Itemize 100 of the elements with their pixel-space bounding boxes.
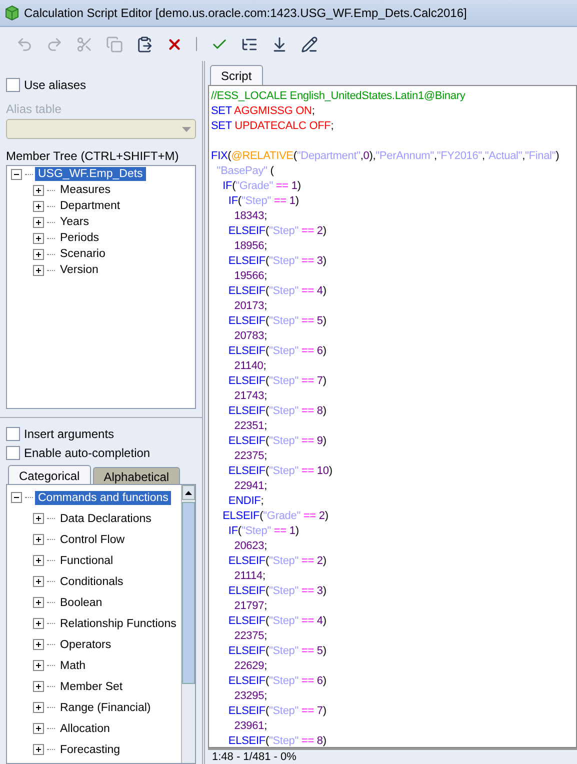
expand-icon[interactable] xyxy=(33,618,44,629)
code-token: ) xyxy=(322,735,326,747)
code-token: ( xyxy=(265,555,269,567)
code-token: IF xyxy=(227,525,238,537)
tab[interactable]: Alphabetical xyxy=(92,467,180,485)
code-token: ) xyxy=(322,615,326,627)
checkbox[interactable] xyxy=(6,426,20,440)
tree-item[interactable]: Conditionals xyxy=(57,574,126,588)
code-token: 20173 xyxy=(233,300,264,312)
code-token: ; xyxy=(260,495,264,507)
expand-icon[interactable] xyxy=(33,702,44,713)
code-token: "Step" xyxy=(268,465,299,477)
collapse-icon[interactable] xyxy=(11,168,22,180)
code-token: ) xyxy=(295,195,299,207)
code-token: 9 xyxy=(316,435,323,447)
code-token: ( xyxy=(265,285,269,297)
code-token: "Step" xyxy=(268,285,299,297)
code-token: FIX xyxy=(211,150,228,162)
code-editor[interactable] xyxy=(208,85,577,748)
expand-icon[interactable] xyxy=(33,248,44,260)
code-token: "Final" xyxy=(525,150,556,162)
arrow-up-icon[interactable] xyxy=(185,490,192,494)
code-token: 2 xyxy=(316,225,323,237)
code-token: ) xyxy=(328,465,332,477)
code-token: IF xyxy=(227,195,238,207)
expand-icon[interactable] xyxy=(33,681,44,692)
code-token: 20783 xyxy=(233,330,264,342)
expand-icon[interactable] xyxy=(33,639,44,650)
collapse-icon[interactable] xyxy=(11,492,22,503)
code-token: "BasePay" xyxy=(216,165,268,177)
code-token: "Step" xyxy=(268,435,299,447)
expand-icon[interactable] xyxy=(33,534,44,545)
code-token: "Grade" xyxy=(263,510,300,522)
code-token: 2 xyxy=(318,510,325,522)
code-token: ( xyxy=(265,255,269,267)
expand-icon[interactable] xyxy=(33,576,44,587)
expand-icon[interactable] xyxy=(33,555,44,566)
expand-icon[interactable] xyxy=(33,597,44,608)
tree-item[interactable]: Member Set xyxy=(57,680,126,694)
tree-item[interactable]: Relationship Functions xyxy=(57,616,180,630)
code-token: ELSEIF xyxy=(227,435,266,447)
code-token: ; xyxy=(262,570,266,582)
code-token: ( xyxy=(238,195,242,207)
tree-item[interactable]: Measures xyxy=(57,183,114,197)
tree-item[interactable]: Functional xyxy=(57,554,116,568)
tree-item[interactable]: Years xyxy=(57,215,92,229)
code-token: , xyxy=(482,150,485,162)
tree-item[interactable]: Department xyxy=(57,199,124,213)
expand-icon[interactable] xyxy=(33,723,44,734)
code-token: ) xyxy=(322,705,326,717)
code-token: ELSEIF xyxy=(227,465,266,477)
code-token: 5 xyxy=(316,315,323,327)
tree-item[interactable]: Version xyxy=(57,263,102,277)
code-token: 4 xyxy=(316,285,323,297)
code-token: UPDATECALC OFF xyxy=(234,120,331,132)
expand-icon[interactable] xyxy=(33,660,44,671)
expand-icon[interactable] xyxy=(33,200,44,212)
tree-item[interactable]: Periods xyxy=(57,231,102,245)
code-token: 1 xyxy=(291,180,298,192)
code-token: 21114 xyxy=(233,570,262,582)
code-token: "Step" xyxy=(268,375,299,387)
cube-icon xyxy=(4,5,20,21)
code-token: 10 xyxy=(316,465,329,477)
code-token: ( xyxy=(265,615,269,627)
expand-icon[interactable] xyxy=(33,264,44,276)
tree-item[interactable]: Range (Financial) xyxy=(57,700,154,714)
tree-item[interactable]: Commands and functions xyxy=(35,490,172,504)
tree-item[interactable]: Math xyxy=(57,658,89,672)
code-token: "Grade" xyxy=(236,180,273,192)
code-token: ; xyxy=(264,210,267,222)
tree-item[interactable]: Allocation xyxy=(57,722,113,736)
tab[interactable]: Categorical xyxy=(8,465,91,485)
checkbox[interactable] xyxy=(6,78,20,92)
expand-icon[interactable] xyxy=(33,216,44,228)
code-token: SET xyxy=(211,105,233,117)
code-token: == xyxy=(300,735,315,747)
code-token: == xyxy=(300,345,315,357)
expand-icon[interactable] xyxy=(33,744,44,755)
expand-icon[interactable] xyxy=(33,232,44,244)
tree-item[interactable]: USG_WF.Emp_Dets xyxy=(35,167,146,181)
expand-icon[interactable] xyxy=(33,513,44,524)
scrollbar[interactable] xyxy=(181,485,195,763)
code-token: ( xyxy=(265,645,269,657)
tree-item[interactable]: Control Flow xyxy=(57,532,128,546)
tree-item[interactable]: Data Declarations xyxy=(57,512,154,526)
code-token: == xyxy=(300,315,315,327)
code-token: 22351 xyxy=(233,420,264,432)
tab[interactable]: Script xyxy=(210,65,263,85)
tree-item[interactable]: Operators xyxy=(57,638,114,652)
code-token: ; xyxy=(264,240,267,252)
tree-item[interactable]: Scenario xyxy=(57,247,108,261)
expand-icon[interactable] xyxy=(33,184,44,196)
code-token: ( xyxy=(228,150,232,162)
code-token: 18343 xyxy=(233,210,264,222)
code-token: ( xyxy=(265,585,269,597)
tree-item[interactable]: Forecasting xyxy=(57,742,124,756)
checkbox[interactable] xyxy=(6,446,20,460)
code-token: ENDIF xyxy=(227,495,261,507)
tree-item[interactable]: Boolean xyxy=(57,596,106,610)
copy-icon xyxy=(106,36,122,52)
